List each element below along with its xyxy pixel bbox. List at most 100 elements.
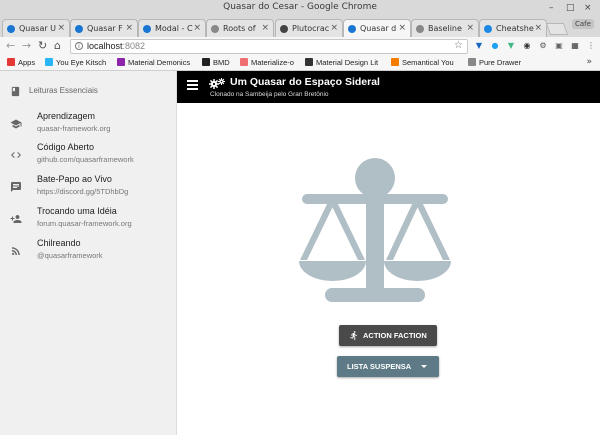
code-icon	[11, 152, 21, 158]
bookmark-item[interactable]: Material Design Lit	[305, 58, 378, 67]
sidebar-item-subtitle: forum.quasar-framework.org	[37, 219, 132, 228]
sidebar-item-chilreando[interactable]: Chilreando @quasarframework	[0, 238, 176, 268]
browser-tab[interactable]: Quasar U ×	[2, 19, 70, 37]
browser-tab[interactable]: Cheatshe ×	[479, 19, 547, 37]
browser-toolbar: ← → ↻ ⌂ i localhost:8082 ☆ ▼ ● ▼ ◉ ⚙ ▣ ▦…	[0, 37, 600, 57]
tab-close-icon[interactable]: ×	[125, 23, 133, 33]
lista-suspensa-dropdown[interactable]: LISTA SUSPENSA	[337, 356, 439, 377]
tab-label: Baseline	[428, 24, 462, 33]
extension-v-icon[interactable]: ▼	[474, 41, 484, 51]
forum-icon	[10, 215, 22, 223]
maximize-button[interactable]: □	[566, 3, 575, 13]
close-window-button[interactable]: ×	[584, 3, 592, 13]
home-icon[interactable]: ⌂	[54, 40, 61, 52]
tab-label: Modal - C	[155, 24, 193, 33]
twitter-icon[interactable]: ●	[490, 41, 500, 51]
b-icon	[202, 58, 210, 66]
browser-tab[interactable]: Plutocrac ×	[275, 19, 343, 37]
bookmark-item[interactable]: BMD	[202, 58, 230, 67]
reload-icon[interactable]: ↻	[38, 40, 47, 52]
tab-close-icon[interactable]: ×	[57, 23, 65, 33]
tab-label: Quasar d	[360, 24, 397, 33]
book-icon	[11, 86, 20, 97]
bookmarks-overflow-icon[interactable]: »	[586, 57, 592, 67]
quasar-icon	[143, 25, 151, 33]
bookmark-item[interactable]: Semantical You	[391, 58, 454, 67]
page-icon	[468, 58, 476, 66]
back-arrow-icon[interactable]: ←	[6, 40, 15, 52]
bookmark-item[interactable]: Material Demonics	[117, 58, 190, 67]
sidebar-item-title: Chilreando	[37, 238, 81, 248]
browser-tab[interactable]: Roots of ×	[206, 19, 274, 37]
tab-close-icon[interactable]: ×	[261, 23, 269, 33]
tab-close-icon[interactable]: ×	[330, 23, 338, 33]
bookmark-item[interactable]: You Eye Kitsch	[45, 58, 106, 67]
browser-tab[interactable]: Baseline ×	[411, 19, 479, 37]
quasar-icon	[348, 25, 356, 33]
tab-close-icon[interactable]: ×	[466, 23, 474, 33]
forward-arrow-icon[interactable]: →	[22, 40, 31, 52]
browser-tab[interactable]: Modal - C ×	[138, 19, 206, 37]
bookmark-item[interactable]: Pure Drawer	[468, 58, 521, 67]
gears-icon	[209, 78, 225, 89]
profile-badge[interactable]: Cafe	[572, 19, 594, 29]
info-icon[interactable]: i	[75, 42, 83, 50]
bookmark-label: Material Design Lit	[316, 58, 379, 67]
bookmark-label: Semantical You	[402, 58, 454, 67]
vue-icon[interactable]: ▼	[506, 41, 516, 51]
bookmark-label: You Eye Kitsch	[56, 58, 107, 67]
sidebar-item-subtitle: quasar-framework.org	[37, 124, 111, 133]
sidebar-item-aprendizagem[interactable]: Aprendizagem quasar-framework.org	[0, 111, 176, 141]
play-icon	[484, 25, 492, 33]
sidebar-item-subtitle: @quasarframework	[37, 251, 103, 260]
bookmark-label: Apps	[18, 58, 36, 67]
sidebar-item-subtitle: https://discord.gg/5TDhbDg	[37, 187, 129, 196]
tool-icon[interactable]: ⚙	[538, 41, 548, 51]
chrome-menu-icon[interactable]: ⋮	[586, 41, 596, 51]
sidebar-item-bate-papo[interactable]: Bate-Papo ao Vivo https://discord.gg/5TD…	[0, 174, 176, 204]
page-icon	[211, 25, 219, 33]
robot-icon[interactable]: ◉	[522, 41, 532, 51]
m-icon	[240, 58, 248, 66]
action-faction-label: ACTION FACTION	[363, 331, 427, 340]
action-faction-button[interactable]: ACTION FACTION	[339, 325, 437, 346]
window-titlebar: Quasar do Cesar - Google Chrome – □ ×	[0, 0, 600, 16]
lista-suspensa-label: LISTA SUSPENSA	[347, 362, 412, 371]
rss-icon	[12, 247, 20, 255]
tab-label: Quasar U	[19, 24, 57, 33]
circle-icon	[305, 58, 313, 66]
tab-label: Plutocrac	[292, 24, 330, 33]
app-root: Leituras Essenciais Aprendizagem quasar-…	[0, 71, 600, 435]
browser-tab[interactable]: Quasar F ×	[70, 19, 138, 37]
sidebar-item-title: Trocando uma Idéia	[37, 206, 117, 216]
menu-icon[interactable]	[187, 80, 198, 90]
address-bar[interactable]: i localhost:8082 ☆	[70, 39, 468, 54]
browser-tab[interactable]: Quasar d ×	[343, 19, 411, 37]
minimize-button[interactable]: –	[549, 3, 554, 13]
bookmark-item[interactable]: Materialize-o	[240, 58, 294, 67]
tab-close-icon[interactable]: ×	[534, 23, 542, 33]
sidebar: Leituras Essenciais Aprendizagem quasar-…	[0, 71, 177, 435]
bookmark-label: Pure Drawer	[479, 58, 522, 67]
quasar-icon	[7, 25, 15, 33]
tab-close-icon[interactable]: ×	[193, 23, 201, 33]
tab-strip: Quasar U × Quasar F × Modal - C × Roots of × Plu…	[0, 16, 600, 37]
bookmark-label: Material Demonics	[128, 58, 191, 67]
caret-down-icon	[421, 365, 427, 368]
tiles-icon[interactable]: ▦	[570, 41, 580, 51]
main-content: ACTION FACTION LISTA SUSPENSA	[177, 103, 600, 435]
sidebar-header-label: Leituras Essenciais	[29, 86, 98, 95]
apps-icon	[7, 58, 15, 66]
quasar-icon	[75, 25, 83, 33]
bookmark-star-icon[interactable]: ☆	[454, 40, 463, 51]
new-tab-button[interactable]	[545, 23, 569, 35]
biohazard-icon	[280, 25, 288, 33]
tab-close-icon[interactable]: ×	[398, 23, 406, 33]
sidebar-item-trocando-ideia[interactable]: Trocando uma Idéia forum.quasar-framewor…	[0, 206, 176, 236]
sidebar-item-codigo-aberto[interactable]: Código Aberto github.com/quasarframework	[0, 142, 176, 172]
drop-icon	[45, 58, 53, 66]
url-text[interactable]: localhost:8082	[87, 41, 145, 51]
school-icon	[10, 119, 22, 129]
bookmark-item[interactable]: Apps	[7, 58, 35, 67]
pdf-icon[interactable]: ▣	[554, 41, 564, 51]
